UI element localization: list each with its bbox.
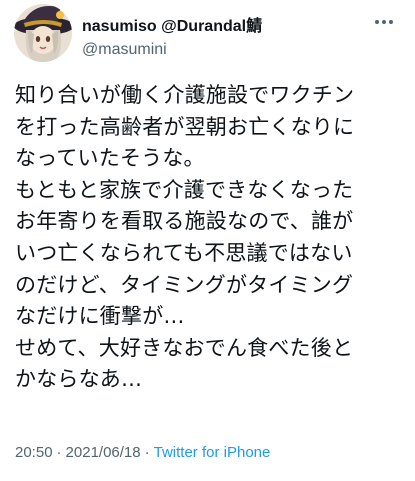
tweet-time[interactable]: 20:50 <box>15 444 53 461</box>
meta-separator: · <box>144 444 150 461</box>
tweet-text-line: かならなあ… <box>15 367 143 392</box>
tweet-card: nasumiso @Durandal鯖 @masumini 知り合いが働く介護施… <box>0 0 415 481</box>
author-display-name[interactable]: nasumiso @Durandal鯖 <box>82 17 262 36</box>
author-handle[interactable]: @masumini <box>82 40 262 59</box>
tweet-header: nasumiso @Durandal鯖 @masumini <box>14 4 405 64</box>
tweet-source-link[interactable]: Twitter for iPhone <box>154 444 271 461</box>
tweet-text-line: のだけど、タイミングがタイミング <box>15 272 354 297</box>
tweet-metadata: 20:50 · 2021/06/18 · Twitter for iPhone <box>15 444 270 462</box>
tweet-text-line: 知り合いが働く介護施設でワクチン <box>15 83 355 107</box>
tweet-text-line: もともと家族で介護できなくなった <box>15 177 354 202</box>
tweet-text-line: いつ亡くなられても不思議ではない <box>15 240 353 265</box>
tweet-text: 知り合いが働く介護施設でワクチン を打った高齢者が翌朝お亡くなりに なっていたそ… <box>15 80 405 396</box>
tweet-text-line: を打った高齢者が翌朝お亡くなりに <box>15 114 355 139</box>
more-options-icon[interactable] <box>373 14 395 28</box>
tweet-text-line: なだけに衝撃が… <box>15 304 185 329</box>
tweet-text-line: お年寄りを看取る施設なので、誰が <box>15 209 354 234</box>
meta-separator: · <box>56 444 62 461</box>
tweet-text-line: なっていたそうな。 <box>15 146 205 171</box>
author-info: nasumiso @Durandal鯖 @masumini <box>82 17 262 59</box>
witch-avatar-icon[interactable] <box>14 4 72 62</box>
tweet-text-line: せめて、大好きなおでん食べた後と <box>15 335 354 360</box>
tweet-date[interactable]: 2021/06/18 <box>66 444 141 461</box>
